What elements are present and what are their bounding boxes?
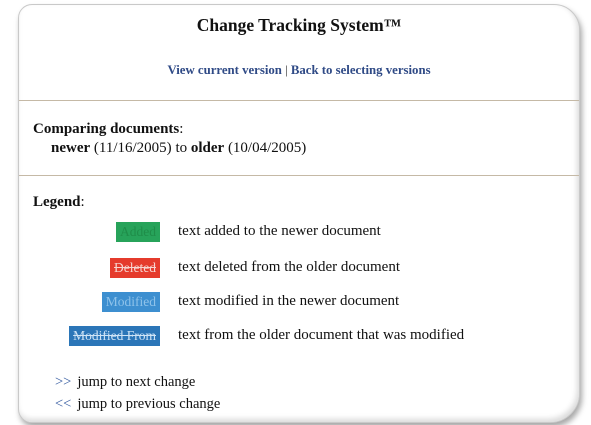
deleted-description: text deleted from the older document (178, 259, 401, 275)
previous-change-item: << jump to previous change (55, 396, 220, 413)
comparison-section: Comparing documents: newer (11/16/2005) … (19, 101, 579, 176)
legend-section: Legend: Added text added to the newer do… (19, 176, 579, 416)
added-description: text added to the newer document (178, 223, 381, 239)
next-change-item: >> jump to next change (55, 374, 195, 391)
nav-links: View current version | Back to selecting… (19, 63, 579, 78)
legend-row-added: Added text added to the newer document (19, 220, 579, 244)
modified-swatch: Modified (101, 292, 160, 312)
next-change-arrow[interactable]: >> (55, 374, 71, 390)
page-title: Change Tracking System™ (196, 15, 402, 35)
to-word: to (175, 140, 188, 156)
next-change-label: jump to next change (77, 374, 196, 390)
comparing-label-text: Comparing documents (33, 121, 180, 137)
added-swatch: Added (116, 222, 160, 242)
deleted-swatch: Deleted (110, 258, 160, 278)
back-to-selecting-versions-link[interactable]: Back to selecting versions (291, 63, 431, 77)
older-date: (10/04/2005) (227, 140, 307, 156)
modified-from-swatch: Modified From (69, 326, 160, 346)
modified-description: text modified in the newer document (178, 293, 400, 309)
main-panel: Change Tracking System™ View current ver… (18, 4, 580, 423)
link-separator: | (285, 63, 288, 77)
modified-from-description: text from the older document that was mo… (178, 327, 465, 343)
newer-date: (11/16/2005) (93, 140, 172, 156)
view-current-version-link[interactable]: View current version (167, 63, 281, 77)
previous-change-arrow[interactable]: << (55, 396, 71, 412)
comparing-label: Comparing documents: (33, 121, 183, 138)
legend-label-text: Legend (33, 194, 81, 210)
legend-row-deleted: Deleted text deleted from the older docu… (19, 256, 579, 280)
comparison-dates: newer (11/16/2005) to older (10/04/2005) (51, 140, 306, 157)
legend-label-colon: : (80, 194, 85, 210)
older-word: older (190, 140, 225, 156)
legend-row-modified-from: Modified From text from the older docume… (19, 324, 579, 348)
legend-label: Legend: (33, 194, 85, 211)
comparing-label-colon: : (179, 121, 184, 137)
newer-word: newer (51, 140, 91, 156)
header-section: Change Tracking System™ View current ver… (19, 5, 579, 101)
previous-change-label: jump to previous change (77, 396, 221, 412)
legend-row-modified: Modified text modified in the newer docu… (19, 290, 579, 314)
